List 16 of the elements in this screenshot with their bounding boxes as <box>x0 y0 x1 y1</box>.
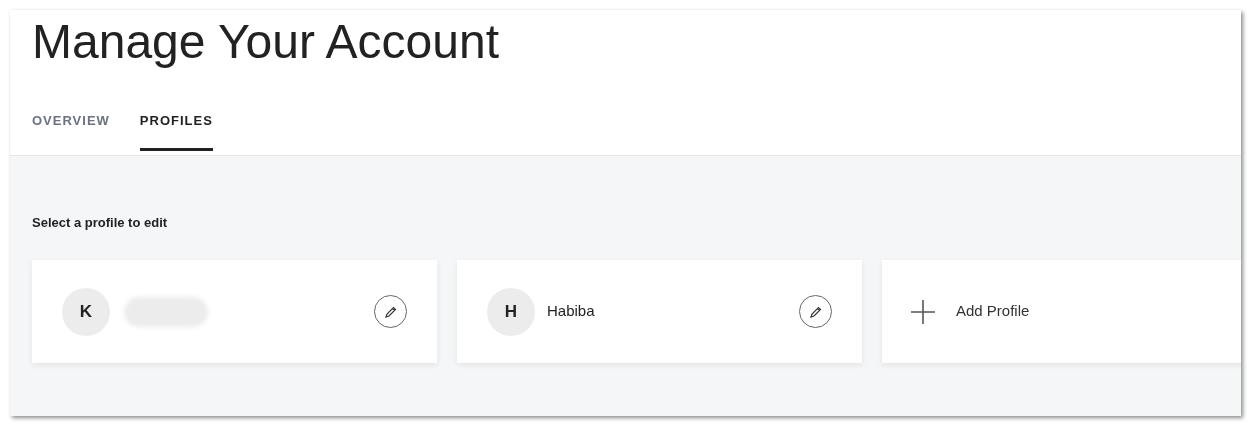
pencil-icon <box>808 304 823 319</box>
pencil-icon <box>383 304 398 319</box>
section-heading: Select a profile to edit <box>32 214 168 232</box>
tab[interactable]: OVERVIEW <box>32 111 110 151</box>
plus-icon <box>910 298 936 325</box>
edit-button[interactable] <box>374 295 407 328</box>
page-title: Manage Your Account <box>32 18 500 66</box>
profile-card[interactable]: K <box>32 260 437 363</box>
profile-card[interactable]: H Habiba <box>457 260 862 363</box>
edit-button[interactable] <box>799 295 832 328</box>
add-profile-label: Add Profile <box>956 301 1030 322</box>
profile-name: Habiba <box>547 301 595 322</box>
avatar: H <box>487 287 535 336</box>
profile-card[interactable]: Add Profile <box>882 260 1241 363</box>
avatar: K <box>62 287 110 336</box>
tab[interactable]: PROFILES <box>139 111 213 151</box>
